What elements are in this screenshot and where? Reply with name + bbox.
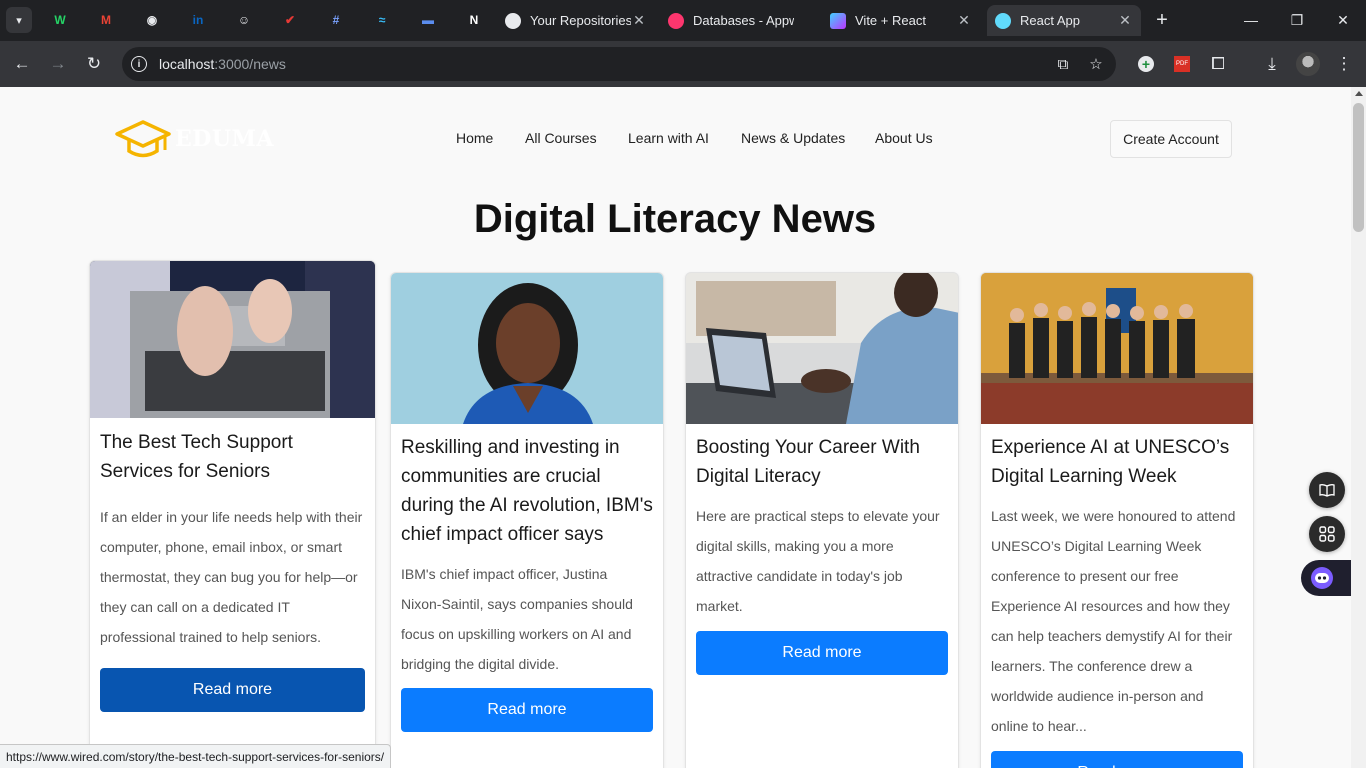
vite-icon [830,12,846,29]
nav-news-updates[interactable]: News & Updates [741,130,845,146]
download-icon[interactable]: ⤓ [1258,50,1286,78]
tab-react-app[interactable]: React App ✕ [987,5,1141,36]
reader-book-icon[interactable] [1309,472,1345,508]
article-title: Reskilling and investing in communities … [401,437,653,545]
read-more-button[interactable]: Read more [100,668,365,712]
tab-vite-react[interactable]: Vite + React ✕ [822,5,980,36]
bookmark-star-icon[interactable]: ☆ [1086,54,1106,74]
github-icon[interactable]: ◉ [140,8,164,32]
url-path: :3000/news [214,56,286,72]
new-tab-button[interactable]: + [1150,8,1174,32]
news-card: Experience AI at UNESCO’s Digital Learni… [980,272,1254,768]
linkedin-icon[interactable]: in [186,8,210,32]
menu-kebab-icon[interactable]: ⋮ [1330,50,1358,78]
logo-text: EDUMA [175,126,274,152]
profile-avatar[interactable] [1294,50,1322,78]
article-summary: Last week, we were honoured to attend UN… [991,508,1236,734]
news-card: Boosting Your Career With Digital Litera… [685,272,959,768]
site-logo[interactable]: EDUMA [115,118,275,160]
chatbot-icon[interactable]: ☺ [232,8,256,32]
scrollbar-thumb[interactable] [1353,103,1364,232]
close-icon[interactable]: ✕ [956,12,972,29]
chatbot-icon [1311,567,1333,589]
page-title: Digital Literacy News [473,197,877,241]
news-card: Reskilling and investing in communities … [390,272,664,768]
chatbot-widget-button[interactable] [1301,560,1357,596]
nav-home[interactable]: Home [456,130,493,146]
page-viewport: EDUMA Home All Courses Learn with AI New… [0,87,1366,768]
extension-plus-icon[interactable]: + [1132,50,1160,78]
laptop-desk-image [686,273,958,424]
conference-group-image [981,273,1253,424]
article-title: Boosting Your Career With Digital Litera… [696,437,920,487]
tab-strip: ▾ W M ◉ in ☺ ✔ # ≈ ▬ N Your Repositories ✕ Databa… [0,0,1366,41]
grid-apps-icon[interactable] [1309,516,1345,552]
install-app-icon[interactable]: ⧉ [1053,54,1073,74]
hashtag-icon[interactable]: # [324,8,348,32]
gmail-icon[interactable]: M [94,8,118,32]
github-icon [505,12,521,29]
close-icon[interactable]: ✕ [1117,12,1133,29]
url-host: localhost [159,56,215,72]
scroll-up-arrow-icon[interactable] [1355,91,1363,96]
read-more-button[interactable]: Read more [401,688,653,732]
article-summary: IBM's chief impact officer, Justina Nixo… [401,566,633,672]
address-bar[interactable]: i localhost :3000/news ⧉ ☆ [122,47,1116,81]
reload-button[interactable]: ↻ [80,50,108,78]
laptop-typing-image [90,261,375,418]
close-icon[interactable]: ✕ [631,12,647,29]
portrait-image [391,273,663,424]
nav-about-us[interactable]: About Us [875,130,933,146]
checkmark-icon[interactable]: ✔ [278,8,302,32]
nextjs-icon[interactable]: N [462,8,486,32]
graduation-cap-icon [115,120,171,158]
create-account-button[interactable]: Create Account [1110,120,1232,158]
tailwind-icon[interactable]: ≈ [370,8,394,32]
article-title: Experience AI at UNESCO’s Digital Learni… [991,437,1230,487]
react-icon [995,12,1011,29]
tab-your-repositories[interactable]: Your Repositories ✕ [497,5,655,36]
article-summary: If an elder in your life needs help with… [100,509,363,645]
article-title: The Best Tech Support Services for Senio… [100,432,293,482]
news-card: The Best Tech Support Services for Senio… [89,260,376,768]
app-icon[interactable]: ▬ [416,8,440,32]
link-status-bar: https://www.wired.com/story/the-best-tec… [0,744,392,768]
nav-learn-with-ai[interactable]: Learn with AI [628,130,709,146]
read-more-button[interactable]: Read more [696,631,948,675]
pdf-extension-icon[interactable]: PDF [1168,50,1196,78]
page-scrollbar[interactable] [1351,87,1366,768]
forward-button[interactable]: → [44,50,72,78]
extensions-puzzle-icon[interactable]: ⧠ [1204,50,1232,78]
browser-toolbar: ← → ↻ i localhost :3000/news ⧉ ☆ + PDF ⧠… [0,41,1366,87]
minimize-button[interactable]: — [1228,5,1274,35]
nav-all-courses[interactable]: All Courses [525,130,597,146]
appwrite-icon [668,12,684,29]
article-summary: Here are practical steps to elevate your… [696,508,940,614]
restore-button[interactable]: ❐ [1274,5,1320,35]
tab-search-button[interactable]: ▾ [6,7,32,33]
back-button[interactable]: ← [8,50,36,78]
site-info-icon[interactable]: i [131,56,147,72]
tab-databases-appwrite[interactable]: Databases - Appwrite [660,5,818,36]
whatsapp-icon[interactable]: W [48,8,72,32]
close-window-button[interactable]: ✕ [1320,5,1366,35]
read-more-button[interactable]: Read more [991,751,1243,768]
